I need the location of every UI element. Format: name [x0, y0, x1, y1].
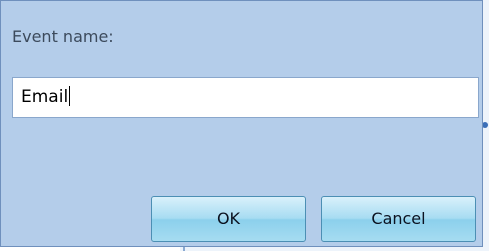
event-name-label: Event name: — [12, 27, 114, 46]
ok-button[interactable]: OK — [151, 196, 306, 242]
event-name-input[interactable]: Email — [12, 77, 479, 118]
event-name-value: Email — [21, 87, 69, 107]
text-caret — [69, 85, 71, 106]
cancel-button[interactable]: Cancel — [321, 196, 476, 242]
event-name-dialog: Event name: Email OK Cancel — [0, 0, 483, 247]
